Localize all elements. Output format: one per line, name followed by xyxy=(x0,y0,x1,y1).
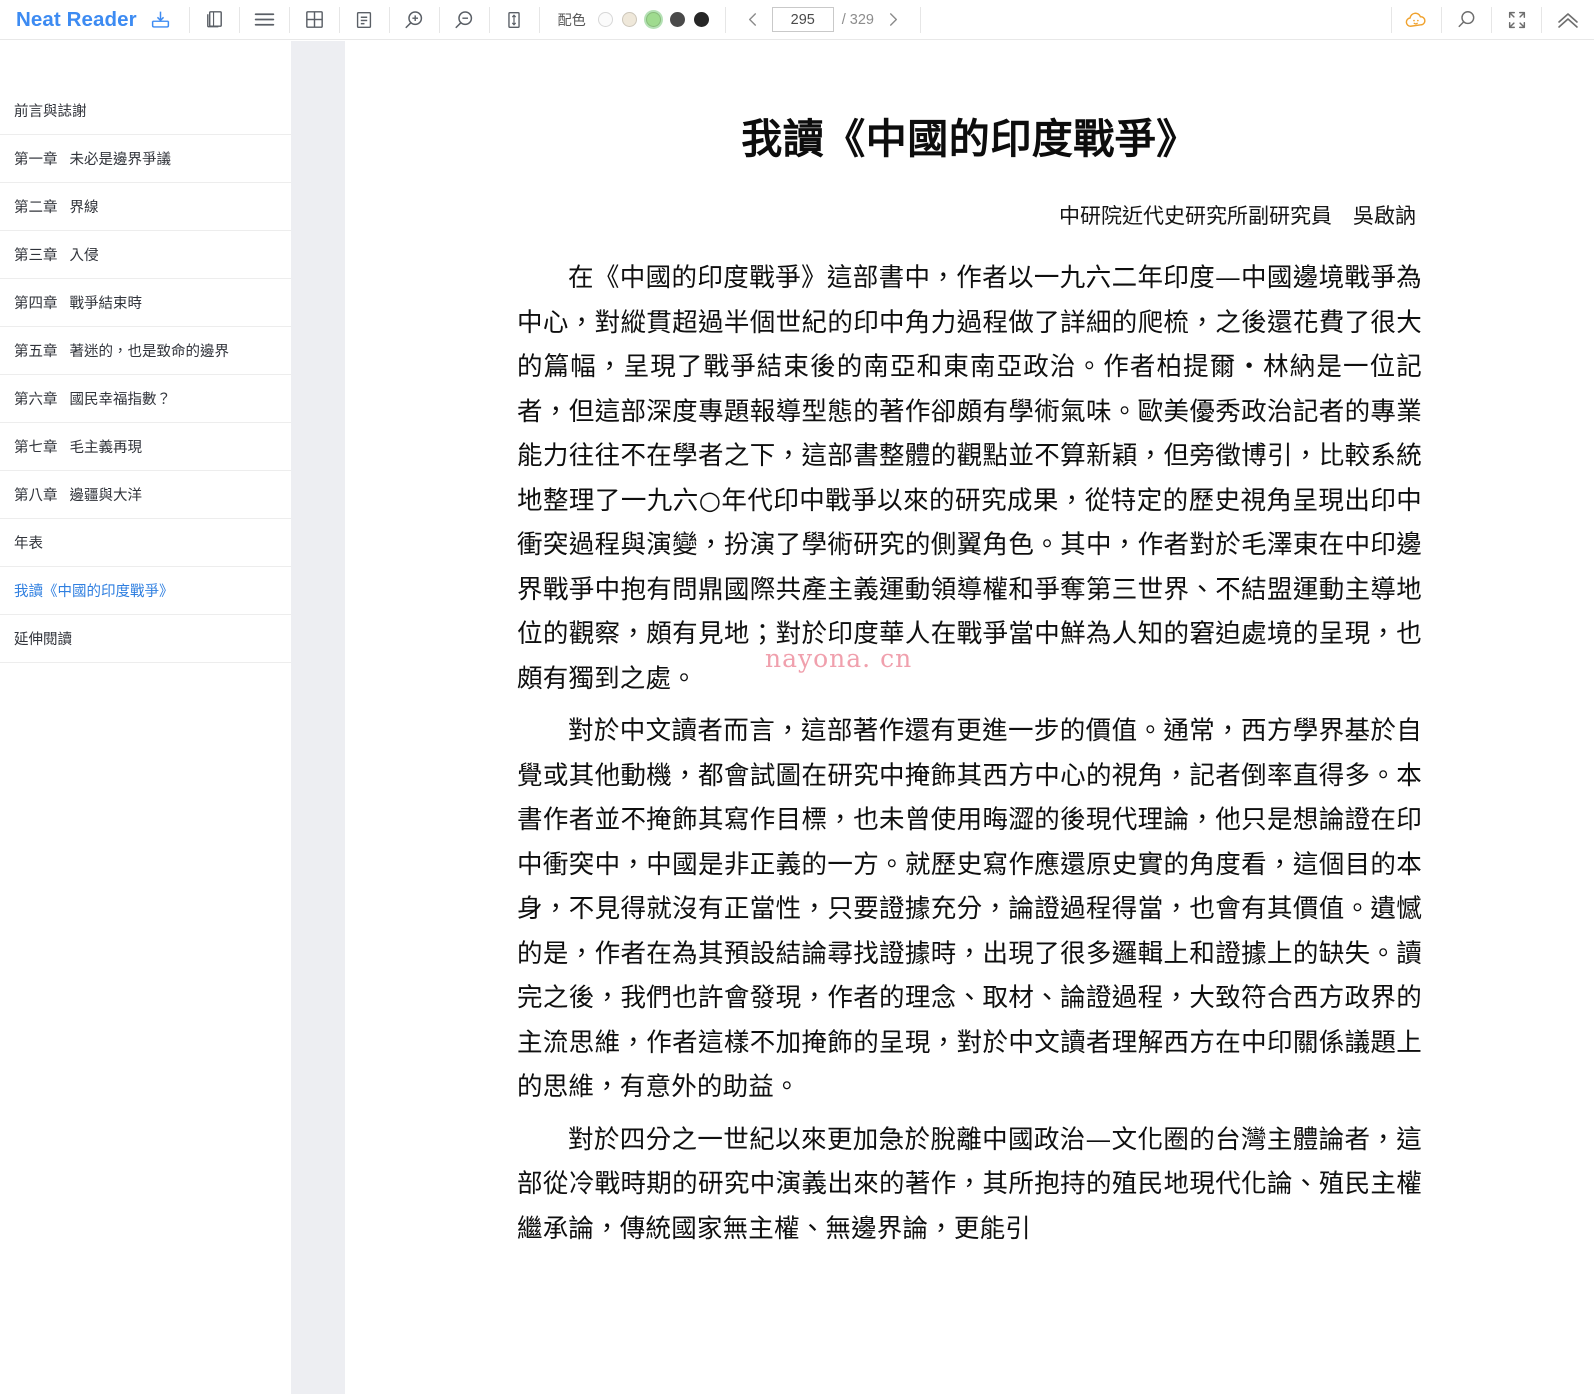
scheme-green-swatch[interactable] xyxy=(645,12,661,27)
page-navigator: / 329 xyxy=(726,0,920,40)
sidebar-item-label: 著迷的，也是致命的邊界 xyxy=(69,344,230,360)
sidebar-item-label: 邊疆與大洋 xyxy=(69,488,143,504)
sidebar-item-label: 毛主義再現 xyxy=(69,440,143,456)
reader-page-area[interactable]: 我讀《中國的印度戰爭》 中研院近代史研究所副研究員 吳啟訥 在《中國的印度戰爭》… xyxy=(345,41,1594,1394)
sidebar-item-label: 我讀《中國的印度戰爭》 xyxy=(14,584,174,600)
page-title: 我讀《中國的印度戰爭》 xyxy=(741,115,1198,163)
save-to-library-icon[interactable] xyxy=(147,0,175,40)
sidebar-item-label: 國民幸福指數？ xyxy=(69,392,172,408)
page-content: 我讀《中國的印度戰爭》 中研院近代史研究所副研究員 吳啟訥 在《中國的印度戰爭》… xyxy=(517,41,1422,1251)
sidebar-item-chapter-7[interactable]: 第七章 毛主義再現 xyxy=(0,423,291,471)
sidebar-item-chapter-3[interactable]: 第三章 入侵 xyxy=(0,231,291,279)
sidebar-item-number: 第三章 xyxy=(14,248,58,264)
sidebar-item-label: 入侵 xyxy=(69,248,99,264)
sidebar-item-label: 界線 xyxy=(69,200,99,216)
cloud-sync-button[interactable] xyxy=(1392,0,1441,40)
page-number-input[interactable] xyxy=(771,7,834,32)
scheme-black-swatch[interactable] xyxy=(693,12,709,27)
color-scheme-label: 配色 xyxy=(557,12,586,29)
line-height-button[interactable] xyxy=(490,0,539,40)
sidebar-item-chapter-5[interactable]: 第五章 著迷的，也是致命的邊界 xyxy=(0,327,291,375)
sidebar-item-label: 延伸閱讀 xyxy=(14,632,72,648)
top-toolbar: Neat Reader 配色 295 / 329 xyxy=(0,0,1594,40)
sidebar-item-number: 第四章 xyxy=(14,296,58,312)
toc-toggle-button[interactable] xyxy=(240,0,289,40)
zoom-out-button[interactable] xyxy=(440,0,489,40)
sidebar-item-chapter-6[interactable]: 第六章 國民幸福指數？ xyxy=(0,375,291,423)
body-paragraph: 在《中國的印度戰爭》這部書中，作者以一九六二年印度—中國邊境戰爭為中心，對縱貫超… xyxy=(517,263,1422,694)
scheme-gray-swatch[interactable] xyxy=(669,12,685,27)
chevron-right-icon[interactable] xyxy=(882,6,904,34)
grid-layout-button[interactable] xyxy=(290,0,339,40)
body-paragraph: 對於中文讀者而言，這部著作還有更進一步的價值。通常，西方學界基於自覺或其他動機，… xyxy=(517,716,1422,1103)
chevron-left-icon[interactable] xyxy=(742,6,764,34)
page-gutter xyxy=(291,41,345,1394)
sidebar-item-label: 前言與誌謝 xyxy=(14,104,87,120)
toc-top-spacer xyxy=(0,41,291,87)
sidebar-item-chronology[interactable]: 年表 xyxy=(0,519,291,567)
sidebar-item-number: 第六章 xyxy=(14,392,58,408)
sidebar-item-number: 第一章 xyxy=(14,152,58,168)
sidebar-item-label: 戰爭結束時 xyxy=(69,296,143,312)
app-brand[interactable]: Neat Reader xyxy=(0,0,189,40)
page-total-label: / 329 xyxy=(841,11,874,28)
app-brand-label: Neat Reader xyxy=(16,7,137,31)
sidebar-item-number: 第八章 xyxy=(14,488,58,504)
sidebar-item-number: 第七章 xyxy=(14,440,58,456)
color-scheme-group: 配色 xyxy=(540,0,725,40)
sidebar-item-preface[interactable]: 前言與誌謝 xyxy=(0,87,291,135)
sidebar-item-further-reading[interactable]: 延伸閱讀 xyxy=(0,615,291,663)
sidebar-item-label: 未必是邊界爭議 xyxy=(69,152,172,168)
sidebar-item-label: 年表 xyxy=(14,536,43,552)
author-byline: 中研院近代史研究所副研究員 吳啟訥 xyxy=(1059,204,1416,229)
sidebar-item-number: 第二章 xyxy=(14,200,58,216)
sidebar-item-review-essay[interactable]: 我讀《中國的印度戰爭》 xyxy=(0,567,291,615)
table-of-contents-sidebar[interactable]: 前言與誌謝 第一章 未必是邊界爭議 第二章 界線 第三章 入侵 第四章 戰爭結束… xyxy=(0,41,291,1394)
note-panel-button[interactable] xyxy=(340,0,389,40)
fullscreen-button[interactable] xyxy=(1492,0,1541,40)
zoom-in-button[interactable] xyxy=(390,0,439,40)
body-paragraph: 對於四分之一世紀以來更加急於脫離中國政治—文化圈的台灣主體論者，這部從冷戰時期的… xyxy=(517,1124,1422,1244)
two-page-view-button[interactable] xyxy=(190,0,239,40)
sidebar-item-number: 第五章 xyxy=(14,344,58,360)
sidebar-item-chapter-8[interactable]: 第八章 邊疆與大洋 xyxy=(0,471,291,519)
collapse-toolbar-button[interactable] xyxy=(1542,0,1594,40)
scheme-white-swatch[interactable] xyxy=(597,12,613,27)
sidebar-item-chapter-4[interactable]: 第四章 戰爭結束時 xyxy=(0,279,291,327)
search-button[interactable] xyxy=(1442,0,1491,40)
sidebar-item-chapter-2[interactable]: 第二章 界線 xyxy=(0,183,291,231)
scheme-cream-swatch[interactable] xyxy=(621,12,637,27)
sidebar-item-chapter-1[interactable]: 第一章 未必是邊界爭議 xyxy=(0,135,291,183)
